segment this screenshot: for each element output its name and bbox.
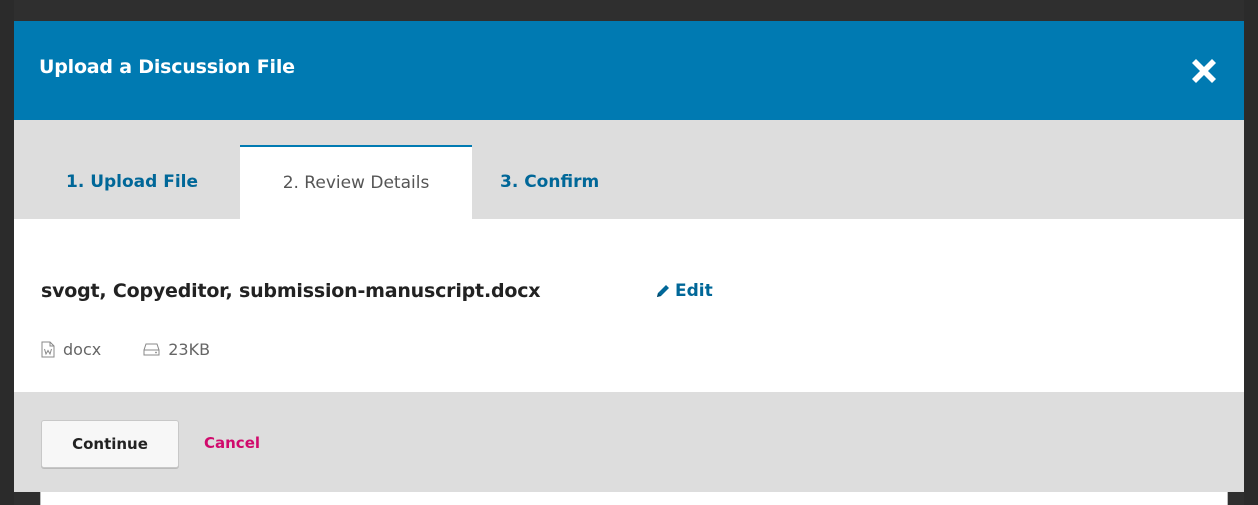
tab-upload-file[interactable]: 1. Upload File (38, 145, 248, 219)
upload-discussion-file-modal: Upload a Discussion File 1. Upload File … (14, 21, 1244, 492)
word-document-icon (41, 341, 55, 358)
backdrop-page-edge (40, 490, 1228, 505)
file-title: svogt, Copyeditor, submission-manuscript… (41, 280, 541, 302)
hard-drive-icon (143, 343, 160, 356)
modal-title: Upload a Discussion File (39, 56, 295, 78)
file-type: docx (41, 340, 101, 359)
continue-button[interactable]: Continue (41, 420, 179, 468)
cancel-link[interactable]: Cancel (204, 434, 260, 452)
pencil-icon (657, 285, 669, 297)
edit-link[interactable]: Edit (655, 281, 713, 301)
edit-label: Edit (675, 281, 713, 301)
close-button[interactable] (1184, 51, 1224, 91)
backdrop-right (1244, 0, 1258, 505)
backdrop-left (0, 0, 14, 505)
modal-footer: Continue Cancel (14, 392, 1244, 492)
review-details-panel: svogt, Copyeditor, submission-manuscript… (14, 219, 1244, 392)
close-icon (1192, 59, 1216, 83)
tab-confirm[interactable]: 3. Confirm (500, 145, 650, 219)
modal-header: Upload a Discussion File (14, 21, 1244, 120)
file-size: 23KB (143, 340, 210, 359)
wizard-tabs: 1. Upload File 2. Review Details 3. Conf… (14, 120, 1244, 219)
file-size-label: 23KB (168, 340, 211, 359)
tab-review-details[interactable]: 2. Review Details (240, 145, 472, 219)
file-meta: docx 23KB (41, 340, 210, 359)
file-type-label: docx (63, 340, 102, 359)
